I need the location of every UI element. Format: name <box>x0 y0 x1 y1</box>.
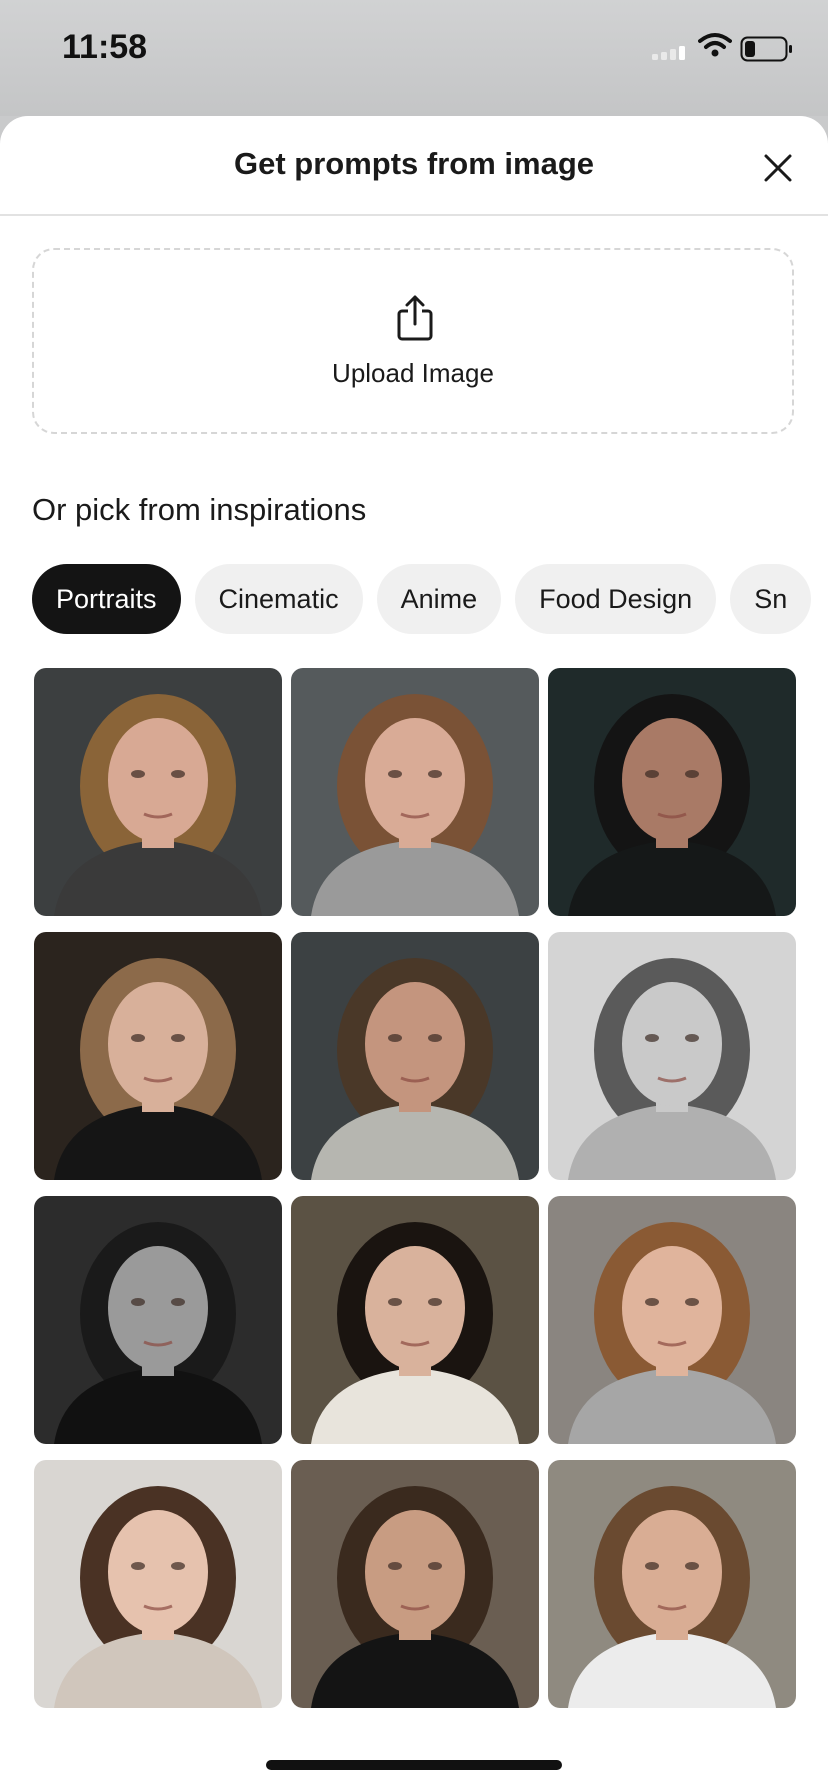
portrait-image <box>34 1460 282 1708</box>
inspiration-photo[interactable] <box>291 668 539 916</box>
category-chip-sn[interactable]: Sn <box>730 564 812 634</box>
portrait-image <box>548 1196 796 1444</box>
category-chips: Portraits Cinematic Anime Food Design Sn <box>32 564 828 636</box>
battery-icon <box>740 36 792 62</box>
inspiration-photo[interactable] <box>548 668 796 916</box>
upload-image-label: Upload Image <box>332 358 494 388</box>
wifi-icon <box>698 33 732 57</box>
cellular-signal-icon <box>652 46 685 60</box>
inspiration-photo[interactable] <box>291 932 539 1180</box>
inspiration-photo[interactable] <box>291 1460 539 1708</box>
inspiration-photo[interactable] <box>548 1460 796 1708</box>
portrait-image <box>291 1460 539 1708</box>
sheet-header: Get prompts from image <box>0 116 828 216</box>
portrait-image <box>34 668 282 916</box>
inspiration-photo[interactable] <box>548 1196 796 1444</box>
close-icon <box>764 154 792 182</box>
sheet-title: Get prompts from image <box>234 146 594 181</box>
category-chip-cinematic[interactable]: Cinematic <box>194 564 363 634</box>
close-button[interactable] <box>754 144 802 192</box>
status-time: 11:58 <box>62 28 148 66</box>
inspiration-photo[interactable] <box>548 932 796 1180</box>
inspiration-photo[interactable] <box>34 1196 282 1444</box>
portrait-image <box>548 932 796 1180</box>
portrait-image <box>548 668 796 916</box>
category-chip-food-design[interactable]: Food Design <box>515 564 717 634</box>
portrait-image <box>548 1460 796 1708</box>
portrait-image <box>34 932 282 1180</box>
inspiration-photo[interactable] <box>291 1196 539 1444</box>
bottom-sheet: Get prompts from image Upload Image Or p… <box>0 116 828 1792</box>
portrait-image <box>291 1196 539 1444</box>
portrait-image <box>291 932 539 1180</box>
home-indicator <box>266 1760 562 1770</box>
status-bar: 11:58 <box>0 0 828 116</box>
portrait-image <box>34 1196 282 1444</box>
share-upload-icon <box>397 295 433 341</box>
inspiration-photo[interactable] <box>34 932 282 1180</box>
category-chip-anime[interactable]: Anime <box>376 564 502 634</box>
category-chip-portraits[interactable]: Portraits <box>32 564 181 634</box>
inspirations-heading: Or pick from inspirations <box>32 492 367 527</box>
inspiration-photo[interactable] <box>34 668 282 916</box>
portrait-image <box>291 668 539 916</box>
inspiration-photo[interactable] <box>34 1460 282 1708</box>
upload-image-button[interactable]: Upload Image <box>32 248 794 434</box>
